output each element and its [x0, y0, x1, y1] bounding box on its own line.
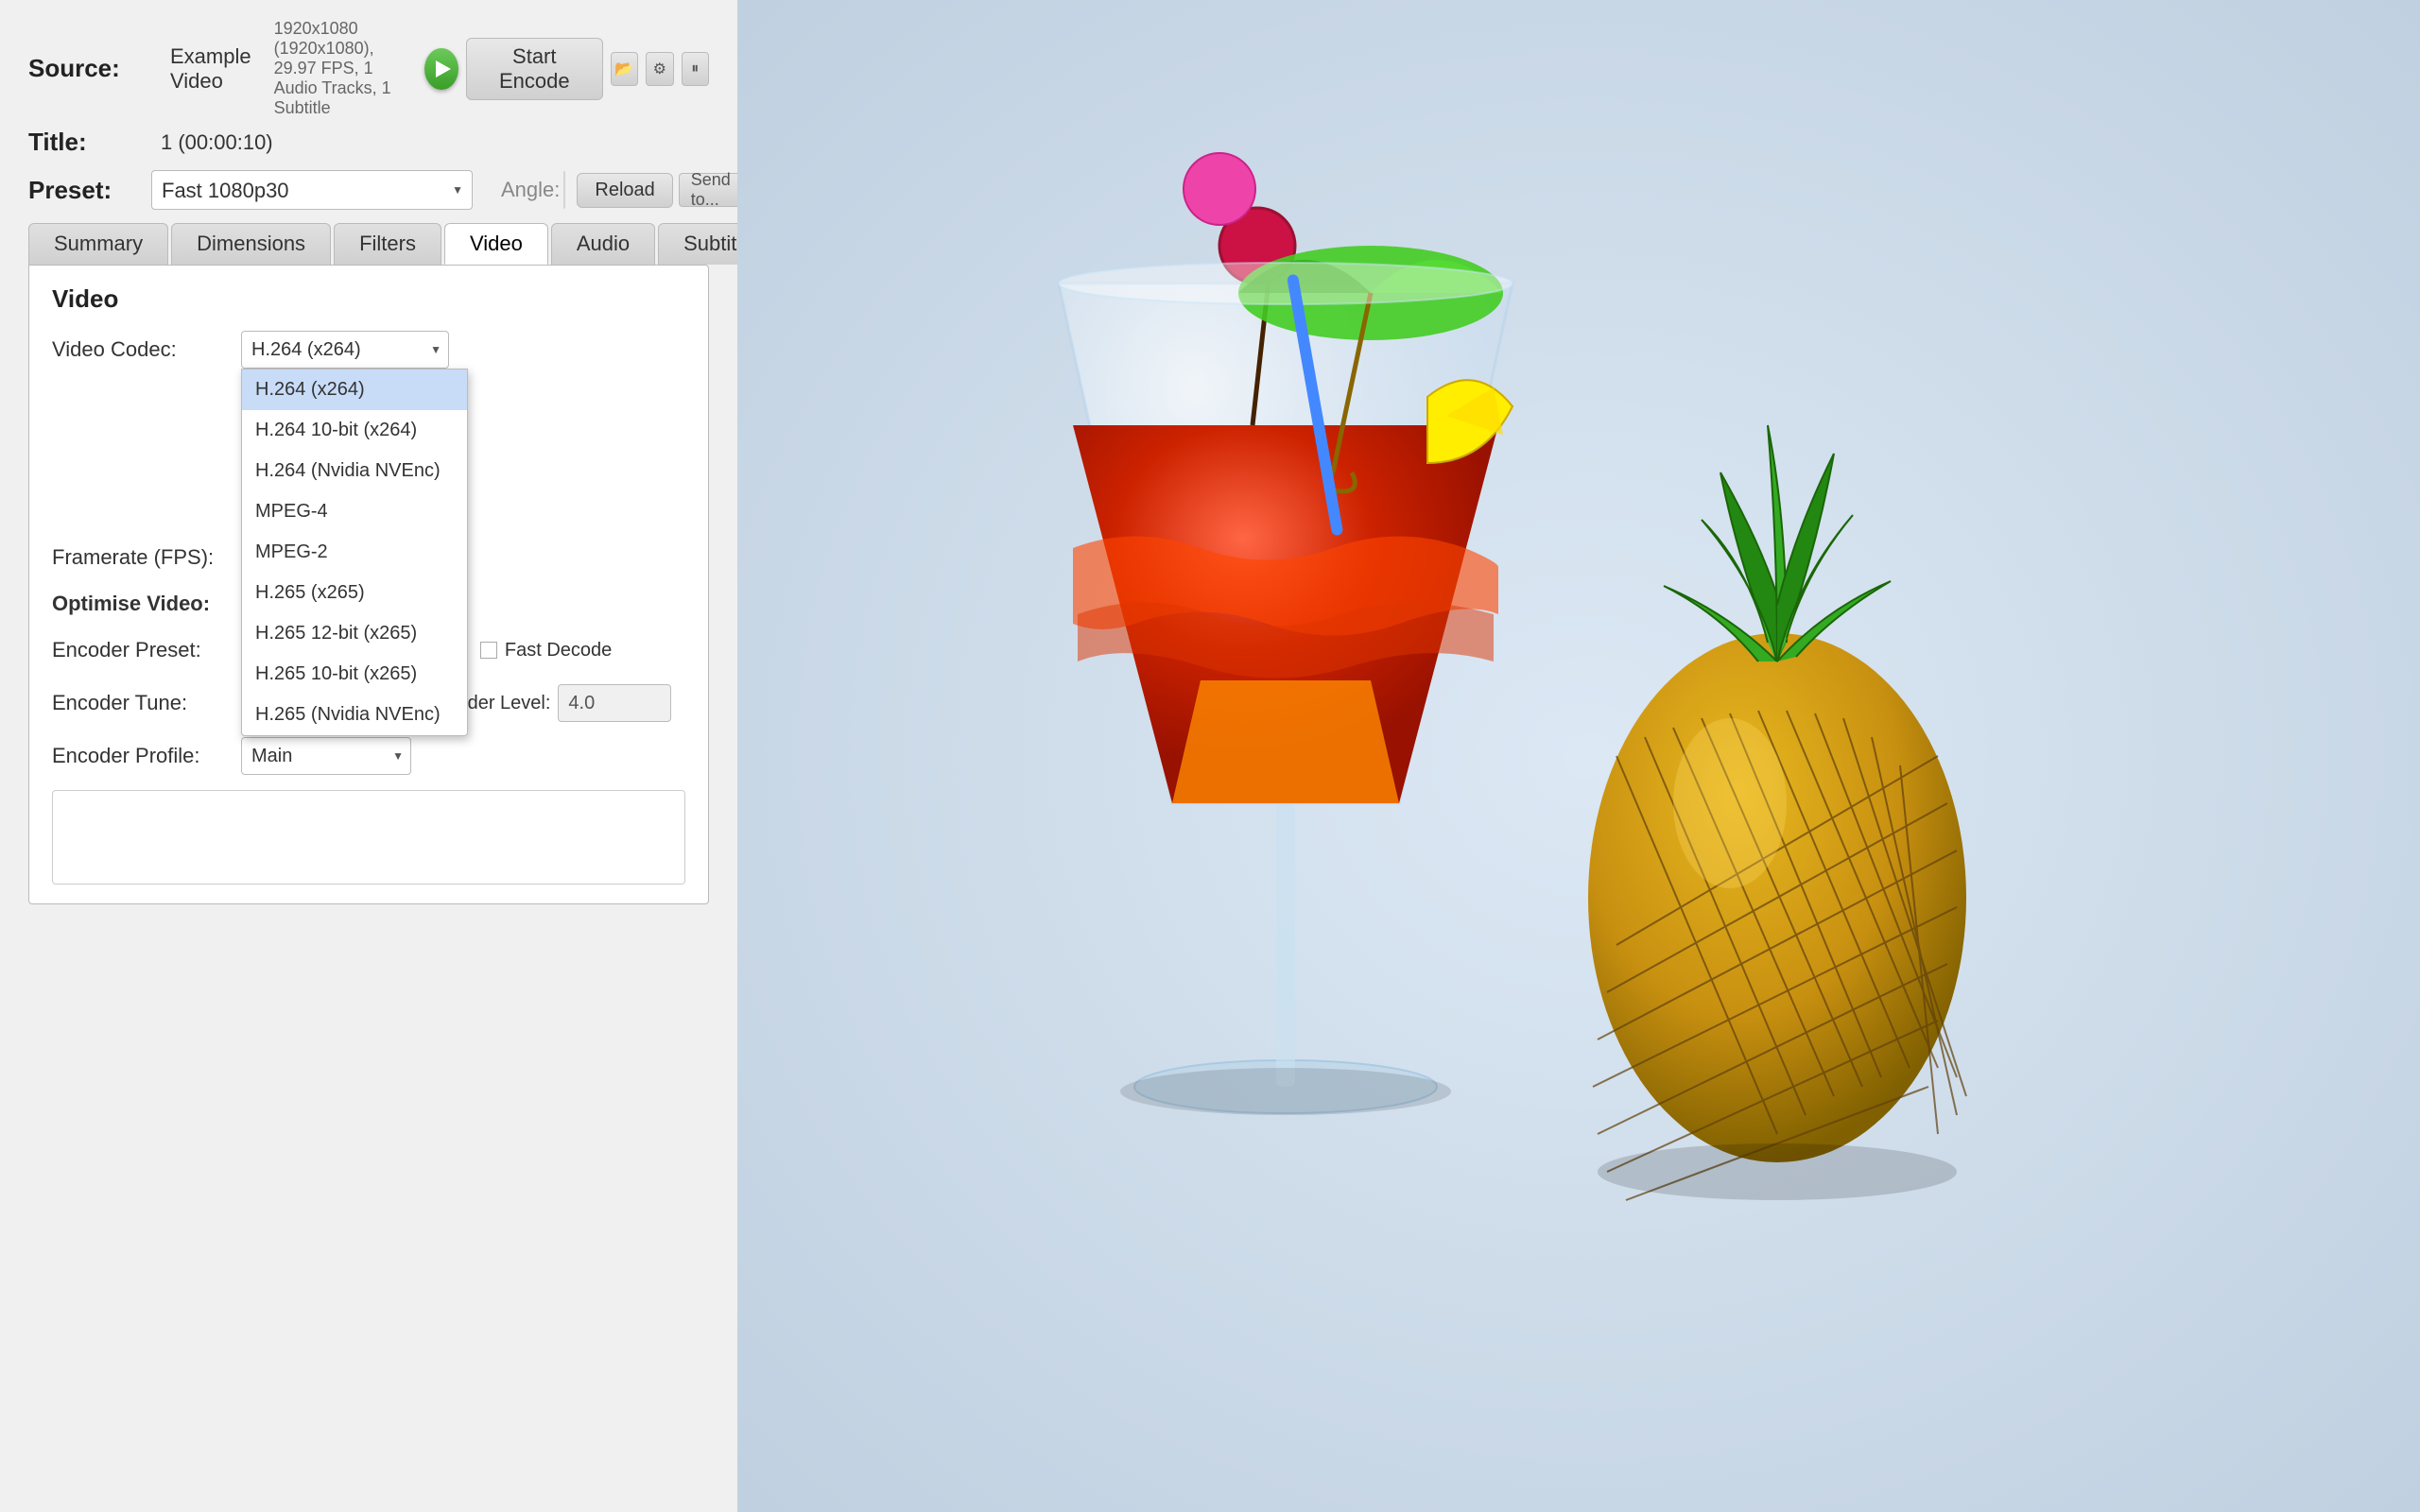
- tab-audio[interactable]: Audio: [551, 223, 655, 265]
- codec-dropdown-item-6[interactable]: H.265 12-bit (x265): [242, 613, 467, 654]
- fast-decode-row: Fast Decode: [480, 640, 612, 662]
- encoder-profile-select-wrapper: Main: [241, 737, 411, 775]
- source-label: Source:: [28, 54, 151, 83]
- tab-summary[interactable]: Summary: [28, 223, 168, 265]
- encoder-profile-row: Encoder Profile: Main: [52, 737, 685, 775]
- send-to-queue-icon[interactable]: Send to...: [679, 173, 743, 207]
- source-value: Example Video: [170, 44, 251, 94]
- tab-filters[interactable]: Filters: [334, 223, 441, 265]
- codec-dropdown-item-4[interactable]: MPEG-2: [242, 532, 467, 573]
- codec-dropdown-item-7[interactable]: H.265 10-bit (x265): [242, 654, 467, 695]
- preset-select-wrapper: Fast 1080p30: [151, 170, 473, 210]
- codec-select-wrapper: H.264 (x264) H.264 (x264)H.264 10-bit (x…: [241, 331, 449, 369]
- preset-row: Preset: Fast 1080p30 Angle: Reload Send …: [28, 170, 709, 210]
- tabs-row: Summary Dimensions Filters Video Audio S…: [28, 223, 709, 265]
- codec-dropdown: H.264 (x264)H.264 10-bit (x264)H.264 (Nv…: [241, 369, 468, 736]
- open-source-icon[interactable]: 📂: [611, 52, 638, 86]
- codec-dropdown-item-2[interactable]: H.264 (Nvidia NVEnc): [242, 451, 467, 491]
- framerate-label: Framerate (FPS):: [52, 545, 241, 570]
- title-row: Title: 1 (00:00:10): [28, 128, 709, 157]
- fast-decode-checkbox[interactable]: [480, 642, 497, 659]
- content-panel: Video Video Codec: H.264 (x264) H.264 (x…: [28, 265, 709, 904]
- title-label: Title:: [28, 128, 151, 157]
- preset-label: Preset:: [28, 176, 151, 205]
- fast-decode-checkbox-row: Fast Decode: [480, 640, 612, 662]
- codec-row: Video Codec: H.264 (x264) H.264 (x264)H.…: [52, 331, 685, 369]
- codec-select[interactable]: H.264 (x264): [241, 331, 449, 369]
- play-button[interactable]: [424, 48, 458, 90]
- codec-dropdown-item-8[interactable]: H.265 (Nvidia NVEnc): [242, 695, 467, 735]
- reload-button[interactable]: Reload: [577, 173, 672, 208]
- fast-decode-label: Fast Decode: [505, 640, 612, 662]
- source-row: Source: Example Video 1920x1080 (1920x10…: [28, 19, 709, 118]
- angle-label: Angle:: [501, 178, 560, 202]
- codec-dropdown-item-1[interactable]: H.264 10-bit (x264): [242, 410, 467, 451]
- codec-dropdown-item-0[interactable]: H.264 (x264): [242, 369, 467, 410]
- encoder-profile-label: Encoder Profile:: [52, 744, 241, 768]
- optimise-label: Optimise Video:: [52, 592, 241, 616]
- encoder-level-input[interactable]: [558, 684, 671, 722]
- source-meta: 1920x1080 (1920x1080), 29.97 FPS, 1 Audi…: [274, 19, 416, 118]
- settings-icon[interactable]: ⚙: [646, 52, 673, 86]
- right-panel: [737, 0, 2420, 1512]
- pause-icon[interactable]: ⏸: [682, 52, 709, 86]
- preset-select[interactable]: Fast 1080p30: [151, 170, 473, 210]
- codec-dropdown-item-5[interactable]: H.265 (x265): [242, 573, 467, 613]
- encoder-preset-label: Encoder Preset:: [52, 638, 241, 662]
- start-encode-button[interactable]: Start Encode: [466, 38, 603, 100]
- codec-label: Video Codec:: [52, 337, 241, 362]
- title-value: 1 (00:00:10): [161, 130, 273, 155]
- angle-input: [563, 171, 565, 209]
- tab-video[interactable]: Video: [444, 223, 548, 265]
- decorative-image: [737, 0, 2420, 1512]
- encoder-tune-label: Encoder Tune:: [52, 691, 241, 715]
- encoder-profile-select[interactable]: Main: [241, 737, 411, 775]
- video-section-title: Video: [52, 284, 685, 314]
- codec-dropdown-item-3[interactable]: MPEG-4: [242, 491, 467, 532]
- advanced-options-area[interactable]: [52, 790, 685, 885]
- tab-dimensions[interactable]: Dimensions: [171, 223, 331, 265]
